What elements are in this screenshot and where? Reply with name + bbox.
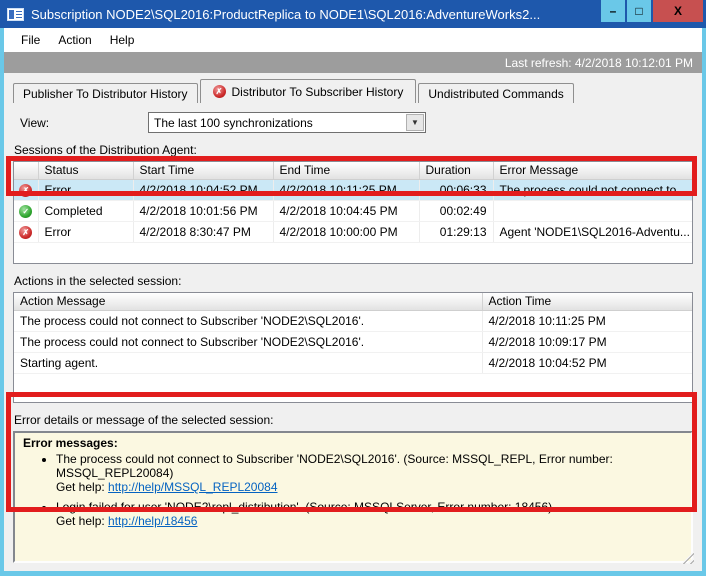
help-link[interactable]: http://help/MSSQL_REPL20084 — [108, 480, 277, 494]
menu-bar: File Action Help — [4, 28, 702, 52]
action-row[interactable]: Starting agent. 4/2/2018 10:04:52 PM — [14, 352, 692, 373]
window-frame: File Action Help Last refresh: 4/2/2018 … — [4, 28, 702, 571]
help-link[interactable]: http://help/18456 — [108, 514, 197, 528]
action-time: 4/2/2018 10:11:25 PM — [482, 310, 692, 331]
actions-table: Action Message Action Time The process c… — [13, 292, 693, 403]
error-icon: ✗ — [19, 184, 32, 197]
client-area: Publisher To Distributor History ✗ Distr… — [4, 73, 702, 571]
error-details-box: Error messages: The process could not co… — [13, 431, 693, 563]
session-end: 4/2/2018 10:11:25 PM — [273, 179, 419, 200]
minimize-button[interactable]: – — [601, 0, 625, 22]
error-help-line: Get help: http://help/18456 — [56, 514, 683, 528]
error-icon: ✗ — [213, 85, 226, 98]
get-help-label: Get help: — [56, 480, 105, 494]
session-row-error-selected[interactable]: ✗ Error 4/2/2018 10:04:52 PM 4/2/2018 10… — [14, 179, 692, 200]
session-status: Error — [38, 221, 133, 242]
last-refresh-label: Last refresh: 4/2/2018 10:12:01 PM — [505, 56, 693, 70]
chevron-down-icon[interactable]: ▼ — [406, 114, 424, 131]
col-action-time[interactable]: Action Time — [482, 293, 692, 310]
col-error-message[interactable]: Error Message — [493, 162, 692, 179]
action-message: The process could not connect to Subscri… — [14, 331, 482, 352]
action-message: Starting agent. — [14, 352, 482, 373]
col-start-time[interactable]: Start Time — [133, 162, 273, 179]
window-title: Subscription NODE2\SQL2016:ProductReplic… — [31, 7, 540, 22]
replication-monitor-icon — [7, 8, 24, 21]
error-message-item: The process could not connect to Subscri… — [56, 452, 683, 494]
view-label: View: — [20, 116, 148, 130]
error-details-label: Error details or message of the selected… — [13, 413, 693, 427]
session-row-completed[interactable]: ✓ Completed 4/2/2018 10:01:56 PM 4/2/201… — [14, 200, 692, 221]
error-message-item: Login failed for user 'NODE2\repl_distri… — [56, 500, 683, 528]
actions-header-row: Action Message Action Time — [14, 293, 692, 310]
tab-label: Distributor To Subscriber History — [232, 85, 404, 99]
tab-label: Undistributed Commands — [428, 87, 563, 101]
session-end: 4/2/2018 10:04:45 PM — [273, 200, 419, 221]
col-end-time[interactable]: End Time — [273, 162, 419, 179]
window-controls: – □ X — [601, 0, 703, 22]
session-error — [493, 200, 692, 221]
session-error: Agent 'NODE1\SQL2016-Adventu... — [493, 221, 692, 242]
session-error: The process could not connect to ... — [493, 179, 692, 200]
sessions-table: Status Start Time End Time Duration Erro… — [13, 161, 693, 264]
session-end: 4/2/2018 10:00:00 PM — [273, 221, 419, 242]
error-message-text: The process could not connect to Subscri… — [56, 452, 683, 480]
tab-label: Publisher To Distributor History — [23, 87, 188, 101]
session-status: Error — [38, 179, 133, 200]
success-icon: ✓ — [19, 205, 32, 218]
col-duration[interactable]: Duration — [419, 162, 493, 179]
last-refresh-bar: Last refresh: 4/2/2018 10:12:01 PM — [4, 52, 702, 73]
close-button[interactable]: X — [653, 0, 703, 22]
tab-strip: Publisher To Distributor History ✗ Distr… — [13, 79, 693, 103]
session-start: 4/2/2018 8:30:47 PM — [133, 221, 273, 242]
tab-distributor-to-subscriber[interactable]: ✗ Distributor To Subscriber History — [200, 79, 417, 103]
view-dropdown[interactable]: The last 100 synchronizations ▼ — [148, 112, 426, 133]
actions-section-label: Actions in the selected session: — [13, 274, 693, 288]
col-status[interactable]: Status — [38, 162, 133, 179]
sessions-section-label: Sessions of the Distribution Agent: — [13, 143, 693, 157]
action-time: 4/2/2018 10:04:52 PM — [482, 352, 692, 373]
maximize-button[interactable]: □ — [627, 0, 651, 22]
menu-help[interactable]: Help — [101, 28, 144, 52]
session-row-error[interactable]: ✗ Error 4/2/2018 8:30:47 PM 4/2/2018 10:… — [14, 221, 692, 242]
error-message-text: Login failed for user 'NODE2\repl_distri… — [56, 500, 683, 514]
menu-file[interactable]: File — [12, 28, 49, 52]
error-message-list: The process could not connect to Subscri… — [23, 452, 683, 528]
session-duration: 00:02:49 — [419, 200, 493, 221]
session-start: 4/2/2018 10:04:52 PM — [133, 179, 273, 200]
action-message: The process could not connect to Subscri… — [14, 310, 482, 331]
session-start: 4/2/2018 10:01:56 PM — [133, 200, 273, 221]
session-status: Completed — [38, 200, 133, 221]
view-row: View: The last 100 synchronizations ▼ — [13, 112, 693, 133]
col-status-icon[interactable] — [14, 162, 38, 179]
tab-publisher-to-distributor[interactable]: Publisher To Distributor History — [13, 83, 198, 103]
col-action-message[interactable]: Action Message — [14, 293, 482, 310]
error-messages-heading: Error messages: — [23, 436, 683, 450]
view-dropdown-value: The last 100 synchronizations — [154, 116, 313, 130]
session-duration: 01:29:13 — [419, 221, 493, 242]
get-help-label: Get help: — [56, 514, 105, 528]
subscription-window: Subscription NODE2\SQL2016:ProductReplic… — [0, 0, 706, 576]
session-duration: 00:06:33 — [419, 179, 493, 200]
error-help-line: Get help: http://help/MSSQL_REPL20084 — [56, 480, 683, 494]
sessions-header-row: Status Start Time End Time Duration Erro… — [14, 162, 692, 179]
tab-undistributed-commands[interactable]: Undistributed Commands — [418, 83, 573, 103]
error-icon: ✗ — [19, 226, 32, 239]
action-row[interactable]: The process could not connect to Subscri… — [14, 331, 692, 352]
menu-action[interactable]: Action — [49, 28, 100, 52]
action-row[interactable]: The process could not connect to Subscri… — [14, 310, 692, 331]
action-time: 4/2/2018 10:09:17 PM — [482, 331, 692, 352]
